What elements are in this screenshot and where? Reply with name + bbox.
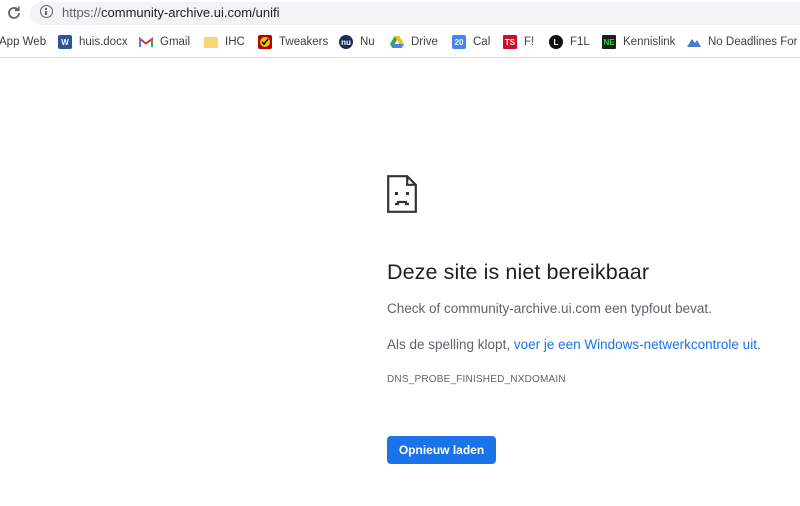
bookmark-gmail[interactable]: Gmail (139, 27, 190, 57)
error-hint-network: Als de spelling klopt, voer je een Windo… (387, 337, 761, 352)
bookmark-label: No Deadlines For Y (708, 36, 800, 48)
nodeadlines-icon (687, 35, 701, 49)
bookmark-label: Tweakers (279, 36, 329, 48)
url-host: community-archive.ui.com/unifi (101, 5, 280, 20)
bookmark-label: Cal (473, 36, 491, 48)
bookmark-ihc[interactable]: IHC (204, 27, 245, 57)
bookmark-label: huis.docx (79, 36, 128, 48)
bookmark-label: Nu (360, 36, 375, 48)
bookmark-drive[interactable]: Drive (390, 27, 438, 57)
bookmarks-bar: App Web W huis.docx Gmail IHC Tweakers n… (0, 27, 800, 58)
bookmark-huis-docx[interactable]: W huis.docx (58, 27, 128, 57)
bookmark-no-deadlines[interactable]: No Deadlines For Y (687, 27, 800, 57)
reload-icon[interactable] (6, 5, 22, 21)
bookmark-label: App Web (0, 36, 47, 48)
error-code: DNS_PROBE_FINISHED_NXDOMAIN (387, 374, 566, 385)
kennislink-icon: NE (602, 35, 616, 49)
url-prefix: https:// (62, 5, 102, 20)
browser-toolbar: https://community-archive.ui.com/unifi (0, 0, 800, 27)
hint-suffix: . (756, 337, 761, 352)
bookmark-label: F! (524, 36, 535, 48)
ts-icon: TS (503, 35, 517, 49)
bookmark-label: IHC (225, 36, 245, 48)
bookmark-app-web[interactable]: App Web (0, 27, 46, 57)
folder-icon (204, 36, 218, 48)
url-text[interactable]: https://community-archive.ui.com/unifi (62, 5, 279, 20)
network-diagnostics-link[interactable]: voer je een Windows-netwerkcontrole uit (514, 337, 757, 352)
calendar-icon: 20 (452, 35, 466, 49)
hint-prefix: Als de spelling klopt, (387, 337, 514, 352)
bookmark-nu[interactable]: nu Nu (339, 27, 375, 57)
info-icon[interactable] (40, 5, 53, 18)
bookmark-label: Drive (411, 36, 438, 48)
bookmark-label: Gmail (160, 36, 191, 48)
bookmark-tweakers[interactable]: Tweakers (258, 27, 328, 57)
drive-icon (390, 35, 404, 49)
gmail-icon (139, 35, 153, 49)
f1l-icon: L (549, 35, 563, 49)
bookmark-f-excl[interactable]: TS F! (503, 27, 534, 57)
sad-document-icon (387, 175, 417, 213)
word-icon: W (58, 35, 72, 49)
error-hint-typo: Check of community-archive.ui.com een ty… (387, 301, 712, 316)
reload-button[interactable]: Opnieuw laden (387, 436, 496, 464)
bookmark-label: Kennislink (623, 36, 676, 48)
error-title: Deze site is niet bereikbaar (387, 260, 650, 284)
bookmark-kennislink[interactable]: NE Kennislink (602, 27, 675, 57)
bookmark-label: F1L (570, 36, 590, 48)
nu-icon: nu (339, 35, 353, 49)
bookmark-cal[interactable]: 20 Cal (452, 27, 490, 57)
tweakers-icon (258, 35, 272, 49)
bookmark-f1l[interactable]: L F1L (549, 27, 590, 57)
